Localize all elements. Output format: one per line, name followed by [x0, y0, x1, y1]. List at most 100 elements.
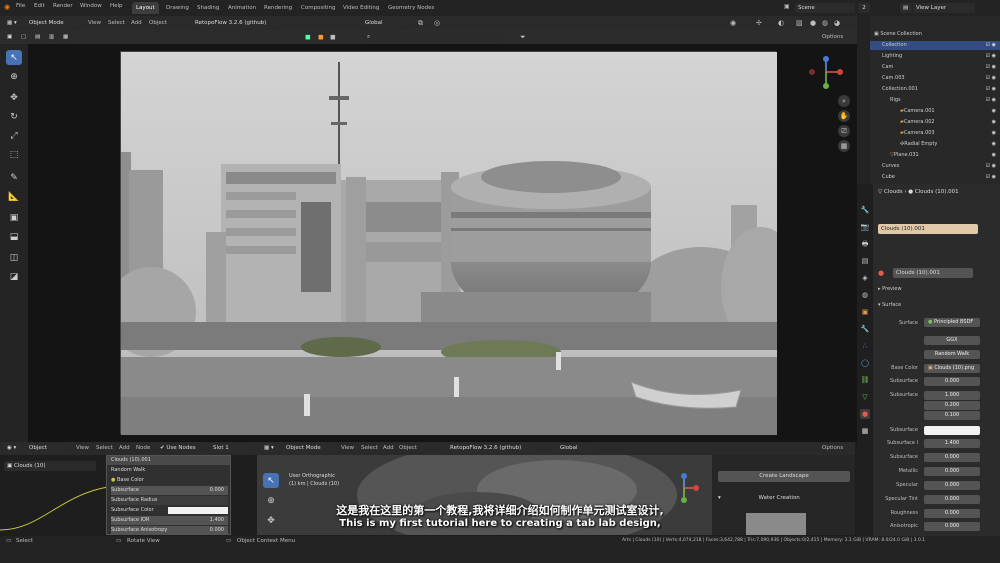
annotate-tool-icon[interactable]: ✎: [6, 170, 22, 185]
tab-video-editing[interactable]: Video Editing: [339, 2, 383, 14]
viewport-search-input[interactable]: ⌕: [364, 32, 504, 42]
options-dropdown[interactable]: Options: [822, 445, 843, 451]
node-type-selector[interactable]: Object: [26, 443, 64, 453]
node-menu-view[interactable]: View: [76, 445, 89, 451]
visibility-eye-icon[interactable]: ◉: [992, 129, 996, 138]
property-value[interactable]: 1.000: [924, 391, 980, 400]
menu-render[interactable]: Render: [53, 3, 73, 9]
material-name-field[interactable]: Clouds (10).001: [893, 268, 973, 278]
output-properties-icon[interactable]: 🖶: [860, 239, 870, 249]
pan-view-icon[interactable]: ✋: [838, 110, 850, 122]
scene-properties-icon[interactable]: ◈: [860, 273, 870, 283]
viewport-menu-add[interactable]: Add: [131, 20, 142, 26]
select-mode-icon[interactable]: ▣: [4, 32, 16, 42]
scene-selector[interactable]: Scene: [795, 3, 855, 13]
select-extend-icon[interactable]: ▤: [32, 32, 44, 42]
addon-retopoflow-button[interactable]: RetopoFlow 3.2.6 (github): [192, 18, 278, 28]
viewport-menu-object[interactable]: Object: [399, 445, 417, 451]
tab-geometry-nodes[interactable]: Geometry Nodes: [384, 2, 438, 14]
create-landscape-button[interactable]: Create Landscape: [718, 471, 850, 482]
transform-orientation-selector[interactable]: Global: [362, 18, 402, 28]
visibility-eye-icon[interactable]: ☑ ◉: [986, 52, 996, 61]
camera-render-view[interactable]: [106, 51, 801, 435]
viewport-menu-add[interactable]: Add: [383, 445, 394, 451]
outliner-row[interactable]: Curves ☑ ◉: [870, 162, 1000, 171]
visibility-eye-icon[interactable]: ☑ ◉: [986, 85, 996, 94]
extrude-tool-icon[interactable]: ⬓: [6, 229, 22, 244]
subsurface-color-swatch[interactable]: [924, 426, 980, 435]
cursor-tool-icon[interactable]: ⊕: [6, 69, 22, 84]
select-box-icon[interactable]: ▢: [18, 32, 30, 42]
select-tool-icon[interactable]: ↖: [6, 50, 22, 65]
menu-edit[interactable]: Edit: [34, 3, 45, 9]
outliner-row[interactable]: Cam.003 ☑ ◉: [870, 74, 1000, 83]
node-editor-type-icon[interactable]: ◉ ▾: [4, 443, 22, 453]
property-value[interactable]: 0.000: [924, 453, 980, 462]
filter-icon[interactable]: ⏷: [520, 33, 526, 42]
viewport-menu-view[interactable]: View: [341, 445, 354, 451]
node-menu-add[interactable]: Add: [119, 445, 130, 451]
render-properties-icon[interactable]: 📷: [860, 222, 870, 232]
outliner-row[interactable]: Cam ☑ ◉: [870, 63, 1000, 72]
use-nodes-checkbox[interactable]: ✔ Use Nodes: [157, 443, 201, 453]
view-layer-properties-icon[interactable]: ▤: [860, 256, 870, 266]
add-cube-tool-icon[interactable]: ▣: [6, 210, 22, 225]
world-properties-icon[interactable]: ◍: [860, 290, 870, 300]
object-properties-icon[interactable]: ▣: [860, 307, 870, 317]
addon-retopoflow-button[interactable]: RetopoFlow 3.2.6 (github): [447, 443, 533, 453]
outliner-row[interactable]: ▰Camera.003 ◉: [870, 129, 1000, 138]
outliner-row[interactable]: Rigs ☑ ◉: [870, 96, 1000, 105]
visibility-eye-icon[interactable]: ◉: [992, 107, 996, 116]
snap-icon[interactable]: ⧉: [418, 19, 423, 28]
distribution-select[interactable]: GGX: [924, 336, 980, 345]
shading-solid-icon[interactable]: ●: [810, 19, 816, 27]
node-title[interactable]: Clouds (10).001: [107, 456, 230, 465]
menu-file[interactable]: File: [16, 3, 25, 9]
shading-material-icon[interactable]: ◍: [822, 19, 828, 27]
node-menu-select[interactable]: Select: [96, 445, 113, 451]
visibility-eye-icon[interactable]: ☑ ◉: [986, 74, 996, 83]
select-subtract-icon[interactable]: ▥: [46, 32, 58, 42]
rotate-tool-icon[interactable]: ↻: [6, 109, 22, 124]
proportional-editing-icon[interactable]: ◎: [434, 19, 440, 27]
node-socket-row[interactable]: Subsurface 0.000: [111, 486, 228, 495]
surface-shader-field[interactable]: ● Principled BSDF: [924, 318, 980, 327]
physics-properties-icon[interactable]: ◯: [860, 358, 870, 368]
property-value[interactable]: 0.000: [924, 467, 980, 476]
outliner-row[interactable]: Lighting ☑ ◉: [870, 52, 1000, 61]
outliner-row[interactable]: ▰Camera.001 ◉: [870, 107, 1000, 116]
data-properties-icon[interactable]: ▽: [860, 392, 870, 402]
transform-orientation-selector[interactable]: Global: [557, 443, 593, 453]
node-socket-row[interactable]: ● Base Color: [111, 476, 228, 485]
tab-layout[interactable]: Layout: [132, 2, 159, 14]
material-slot-item[interactable]: Clouds (10).001: [878, 224, 978, 234]
overlay-toggle-icon[interactable]: ◐: [778, 19, 784, 27]
axis-gizmo-icon[interactable]: [807, 56, 845, 92]
material-datablock-field[interactable]: ▣ Clouds (10): [4, 461, 96, 471]
property-value[interactable]: 0.100: [924, 411, 980, 420]
property-value[interactable]: 0.000: [924, 377, 980, 386]
tab-shading[interactable]: Shading: [193, 2, 223, 14]
visibility-eye-icon[interactable]: ☑ ◉: [986, 63, 996, 72]
outliner-scene-collection[interactable]: ▣ Scene Collection: [870, 30, 1000, 39]
measure-tool-icon[interactable]: 📐: [6, 189, 22, 204]
select-tool-icon[interactable]: ↖: [263, 473, 279, 488]
texture-properties-icon[interactable]: ▦: [860, 426, 870, 436]
viewport-menu-select[interactable]: Select: [108, 20, 125, 26]
mode-selector[interactable]: Object Mode: [283, 443, 335, 453]
gizmo-toggle-icon[interactable]: ✢: [756, 19, 762, 27]
material-slot-selector[interactable]: Slot 1: [210, 443, 252, 453]
viewport-menu-select[interactable]: Select: [361, 445, 378, 451]
editor-type-icon[interactable]: ▦ ▾: [261, 443, 279, 453]
surface-panel-header[interactable]: ▾ Surface: [878, 302, 901, 308]
visibility-eye-icon[interactable]: ☑ ◉: [986, 162, 996, 171]
tab-drawing[interactable]: Drawing: [162, 2, 193, 14]
visibility-eye-icon[interactable]: ☑ ◉: [986, 41, 996, 50]
shading-rendered-icon[interactable]: ◕: [834, 19, 840, 27]
mode-selector[interactable]: Object Mode: [26, 18, 78, 28]
material-properties-icon[interactable]: ●: [860, 409, 870, 419]
modifier-properties-icon[interactable]: 🔧: [860, 324, 870, 334]
tab-rendering[interactable]: Rendering: [260, 2, 296, 14]
property-value[interactable]: 0.200: [924, 401, 980, 410]
property-value[interactable]: 1.400: [924, 439, 980, 448]
